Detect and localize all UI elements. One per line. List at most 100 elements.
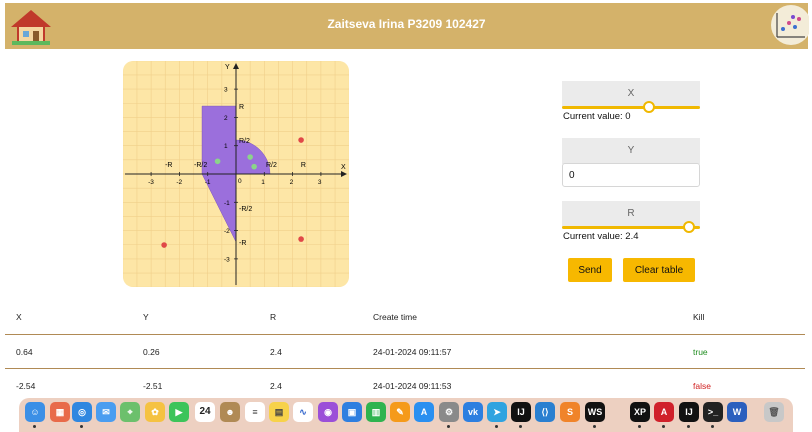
x-tick-label: 2 — [290, 179, 294, 186]
maps-icon[interactable]: ⌖ — [120, 402, 140, 422]
cell-y: -2.51 — [143, 381, 163, 391]
keynote-icon[interactable]: ▣ — [342, 402, 362, 422]
x-axis-label: X — [341, 164, 346, 171]
reminders-icon[interactable]: ≡ — [245, 402, 265, 422]
header-create-time: Create time — [373, 312, 417, 322]
x-slider-track[interactable] — [562, 106, 700, 109]
y-tick-label: -2 — [224, 228, 230, 235]
cell-x: 0.64 — [16, 347, 33, 357]
cell-create-time: 24-01-2024 09:11:53 — [373, 381, 452, 391]
running-indicator — [638, 425, 641, 428]
header-bar: Zaitseva Irina P3209 102427 — [5, 3, 809, 49]
y-tick-label: -3 — [224, 256, 230, 263]
terminal-icon[interactable]: >_ — [703, 402, 723, 422]
webstorm-icon[interactable]: WS — [585, 402, 605, 422]
y-axis-arrow — [233, 63, 239, 69]
header-r: R — [270, 312, 277, 322]
r-label-x-half-r: R/2 — [266, 162, 277, 169]
running-indicator — [80, 425, 83, 428]
acrobat-icon[interactable]: A — [654, 402, 674, 422]
coordinate-plane[interactable]: X Y -3 -2 -1 0 1 2 3 3 2 1 -1 -2 -3 -R -R/2 R/2 R R … — [123, 61, 349, 287]
freeform-icon[interactable]: ∿ — [293, 402, 313, 422]
intellij-icon-2[interactable]: IJ — [679, 402, 699, 422]
send-button[interactable]: Send — [568, 258, 612, 282]
launchpad-icon[interactable]: ▦ — [50, 402, 70, 422]
clear-table-button[interactable]: Clear table — [623, 258, 695, 282]
finder-icon[interactable]: ☺ — [25, 402, 45, 422]
hit-point — [247, 154, 253, 160]
x-tick-label: 0 — [238, 178, 242, 185]
table-row: 0.64 0.26 2.4 24-01-2024 09:11:57 true — [0, 335, 812, 369]
telegram-icon[interactable]: ➤ — [487, 402, 507, 422]
safari-icon[interactable]: ◎ — [72, 402, 92, 422]
x-tick-label: 3 — [318, 179, 322, 186]
mail-icon[interactable]: ✉ — [96, 402, 116, 422]
pages-icon[interactable]: ✎ — [390, 402, 410, 422]
x-tick-label: -1 — [205, 179, 211, 186]
x-tick-label: -2 — [176, 179, 182, 186]
facetime-icon[interactable]: ▶ — [169, 402, 189, 422]
x-tick-label: -3 — [148, 179, 154, 186]
hit-point — [214, 158, 221, 165]
calendar-icon[interactable]: 24 — [195, 402, 215, 422]
cell-r: 2.4 — [270, 381, 282, 391]
running-indicator — [687, 425, 690, 428]
y-tick-label: 1 — [224, 143, 228, 150]
header-y: Y — [143, 312, 149, 322]
trash-icon[interactable]: 🗑 — [764, 402, 784, 422]
running-indicator — [519, 425, 522, 428]
macos-dock: ☺ ▦ ◎ ✉ ⌖ ✿ ▶ 24 ☻ ≡ ▤ ∿ ◉ ▣ ▥ ✎ A ⚙ vk … — [19, 398, 793, 432]
running-indicator — [447, 425, 450, 428]
numbers-icon[interactable]: ▥ — [366, 402, 386, 422]
x-slider-thumb[interactable] — [642, 101, 655, 113]
running-indicator — [662, 425, 665, 428]
header-x: X — [16, 312, 22, 322]
x-tick-label: 1 — [261, 179, 265, 186]
running-indicator — [33, 425, 36, 428]
y-tick-label: -1 — [224, 200, 230, 207]
r-label-y-neg-r: -R — [239, 240, 246, 247]
vk-icon[interactable]: vk — [463, 402, 483, 422]
r-label-x-neg-r: -R — [165, 162, 172, 169]
hit-point — [251, 163, 257, 170]
xampp-icon[interactable]: XP — [630, 402, 650, 422]
cell-kill: true — [693, 347, 708, 357]
header-kill: Kill — [693, 312, 705, 322]
intellij-icon[interactable]: IJ — [511, 402, 531, 422]
cell-create-time: 24-01-2024 09:11:57 — [373, 347, 452, 357]
word-icon[interactable]: W — [727, 402, 747, 422]
running-indicator — [711, 425, 714, 428]
x-current-value: Current value: 0 — [563, 111, 631, 122]
cell-kill: false — [693, 381, 711, 391]
r-control-header: R — [562, 201, 700, 227]
y-input[interactable] — [562, 163, 700, 187]
x-control-header: X — [562, 81, 700, 107]
r-label-y-neg-half-r: -R/2 — [239, 206, 252, 213]
r-label-y-half-r: R/2 — [239, 138, 250, 145]
running-indicator — [495, 425, 498, 428]
notes-icon[interactable]: ▤ — [269, 402, 289, 422]
r-label-x-r: R — [301, 162, 306, 169]
photos-icon[interactable]: ✿ — [145, 402, 165, 422]
miss-point — [161, 242, 167, 248]
vscode-icon[interactable]: ⟨⟩ — [535, 402, 555, 422]
miss-point — [298, 137, 304, 143]
podcasts-icon[interactable]: ◉ — [318, 402, 338, 422]
contacts-icon[interactable]: ☻ — [220, 402, 240, 422]
table-header-row: X Y R Create time Kill — [0, 300, 812, 334]
sublime-icon[interactable]: S — [560, 402, 580, 422]
page: Zaitseva Irina P3209 102427 X Y -3 -2 -1 0 1… — [0, 0, 812, 432]
graph-canvas[interactable]: X Y -3 -2 -1 0 1 2 3321-1-2-3 -R -R/2 R/2 R R … — [123, 61, 349, 287]
x-axis-arrow — [341, 171, 347, 177]
system-settings-icon[interactable]: ⚙ — [439, 402, 459, 422]
y-tick-label: 3 — [224, 87, 228, 94]
scatter-chart-icon[interactable] — [763, 5, 809, 49]
r-current-value: Current value: 2.4 — [563, 231, 639, 242]
cell-r: 2.4 — [270, 347, 282, 357]
r-slider-track[interactable] — [562, 226, 700, 229]
running-indicator — [593, 425, 596, 428]
r-slider-thumb[interactable] — [682, 221, 695, 233]
cell-y: 0.26 — [143, 347, 160, 357]
app-store-icon[interactable]: A — [414, 402, 434, 422]
y-tick-label: 2 — [224, 115, 228, 122]
